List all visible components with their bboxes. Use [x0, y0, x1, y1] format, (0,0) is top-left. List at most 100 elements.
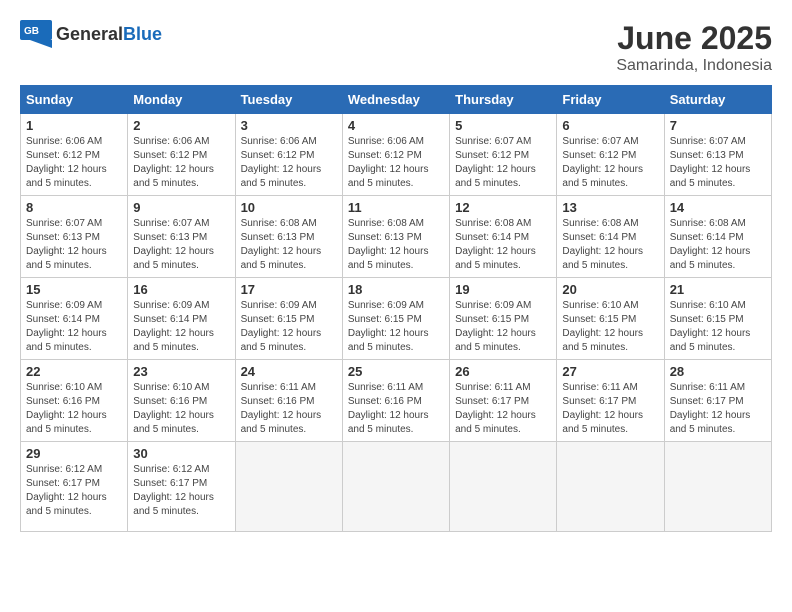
calendar-subtitle: Samarinda, Indonesia	[616, 57, 772, 75]
day-number: 23	[133, 364, 229, 379]
day-number: 14	[670, 200, 766, 215]
calendar-cell: 16 Sunrise: 6:09 AM Sunset: 6:14 PM Dayl…	[128, 278, 235, 360]
calendar-table: Sunday Monday Tuesday Wednesday Thursday…	[20, 85, 772, 532]
calendar-cell: 3 Sunrise: 6:06 AM Sunset: 6:12 PM Dayli…	[235, 114, 342, 196]
calendar-cell: 27 Sunrise: 6:11 AM Sunset: 6:17 PM Dayl…	[557, 360, 664, 442]
day-info: Sunrise: 6:08 AM Sunset: 6:14 PM Dayligh…	[455, 217, 551, 273]
day-number: 15	[26, 282, 122, 297]
calendar-cell	[664, 442, 771, 532]
calendar-cell: 21 Sunrise: 6:10 AM Sunset: 6:15 PM Dayl…	[664, 278, 771, 360]
calendar-cell: 25 Sunrise: 6:11 AM Sunset: 6:16 PM Dayl…	[342, 360, 449, 442]
day-number: 19	[455, 282, 551, 297]
day-info: Sunrise: 6:06 AM Sunset: 6:12 PM Dayligh…	[241, 135, 337, 191]
calendar-cell: 12 Sunrise: 6:08 AM Sunset: 6:14 PM Dayl…	[450, 196, 557, 278]
day-info: Sunrise: 6:07 AM Sunset: 6:13 PM Dayligh…	[670, 135, 766, 191]
day-info: Sunrise: 6:07 AM Sunset: 6:12 PM Dayligh…	[455, 135, 551, 191]
day-number: 9	[133, 200, 229, 215]
header-sunday: Sunday	[21, 86, 128, 114]
calendar-cell: 7 Sunrise: 6:07 AM Sunset: 6:13 PM Dayli…	[664, 114, 771, 196]
day-number: 22	[26, 364, 122, 379]
day-info: Sunrise: 6:07 AM Sunset: 6:13 PM Dayligh…	[26, 217, 122, 273]
day-number: 28	[670, 364, 766, 379]
calendar-title: June 2025	[616, 20, 772, 57]
day-number: 17	[241, 282, 337, 297]
day-info: Sunrise: 6:10 AM Sunset: 6:16 PM Dayligh…	[26, 381, 122, 437]
day-info: Sunrise: 6:08 AM Sunset: 6:13 PM Dayligh…	[348, 217, 444, 273]
day-info: Sunrise: 6:12 AM Sunset: 6:17 PM Dayligh…	[26, 463, 122, 519]
calendar-cell: 5 Sunrise: 6:07 AM Sunset: 6:12 PM Dayli…	[450, 114, 557, 196]
header-friday: Friday	[557, 86, 664, 114]
calendar-cell: 20 Sunrise: 6:10 AM Sunset: 6:15 PM Dayl…	[557, 278, 664, 360]
day-number: 11	[348, 200, 444, 215]
day-info: Sunrise: 6:10 AM Sunset: 6:16 PM Dayligh…	[133, 381, 229, 437]
logo: GB GeneralBlue	[20, 20, 162, 48]
calendar-cell: 15 Sunrise: 6:09 AM Sunset: 6:14 PM Dayl…	[21, 278, 128, 360]
calendar-cell: 4 Sunrise: 6:06 AM Sunset: 6:12 PM Dayli…	[342, 114, 449, 196]
day-number: 10	[241, 200, 337, 215]
day-info: Sunrise: 6:09 AM Sunset: 6:15 PM Dayligh…	[348, 299, 444, 355]
header-saturday: Saturday	[664, 86, 771, 114]
day-info: Sunrise: 6:09 AM Sunset: 6:14 PM Dayligh…	[26, 299, 122, 355]
day-number: 30	[133, 446, 229, 461]
svg-text:GB: GB	[24, 26, 39, 37]
header-wednesday: Wednesday	[342, 86, 449, 114]
calendar-cell: 28 Sunrise: 6:11 AM Sunset: 6:17 PM Dayl…	[664, 360, 771, 442]
day-number: 5	[455, 118, 551, 133]
day-info: Sunrise: 6:08 AM Sunset: 6:14 PM Dayligh…	[562, 217, 658, 273]
calendar-cell	[342, 442, 449, 532]
calendar-cell: 23 Sunrise: 6:10 AM Sunset: 6:16 PM Dayl…	[128, 360, 235, 442]
day-info: Sunrise: 6:11 AM Sunset: 6:17 PM Dayligh…	[562, 381, 658, 437]
day-info: Sunrise: 6:09 AM Sunset: 6:14 PM Dayligh…	[133, 299, 229, 355]
day-number: 2	[133, 118, 229, 133]
calendar-cell: 14 Sunrise: 6:08 AM Sunset: 6:14 PM Dayl…	[664, 196, 771, 278]
calendar-cell	[557, 442, 664, 532]
calendar-cell: 11 Sunrise: 6:08 AM Sunset: 6:13 PM Dayl…	[342, 196, 449, 278]
title-area: June 2025 Samarinda, Indonesia	[616, 20, 772, 75]
day-number: 12	[455, 200, 551, 215]
day-info: Sunrise: 6:06 AM Sunset: 6:12 PM Dayligh…	[26, 135, 122, 191]
calendar-cell	[450, 442, 557, 532]
day-number: 3	[241, 118, 337, 133]
day-number: 7	[670, 118, 766, 133]
calendar-cell: 29 Sunrise: 6:12 AM Sunset: 6:17 PM Dayl…	[21, 442, 128, 532]
day-info: Sunrise: 6:11 AM Sunset: 6:17 PM Dayligh…	[455, 381, 551, 437]
day-info: Sunrise: 6:12 AM Sunset: 6:17 PM Dayligh…	[133, 463, 229, 519]
day-info: Sunrise: 6:06 AM Sunset: 6:12 PM Dayligh…	[348, 135, 444, 191]
day-info: Sunrise: 6:08 AM Sunset: 6:14 PM Dayligh…	[670, 217, 766, 273]
header-monday: Monday	[128, 86, 235, 114]
day-number: 8	[26, 200, 122, 215]
calendar-cell: 1 Sunrise: 6:06 AM Sunset: 6:12 PM Dayli…	[21, 114, 128, 196]
day-info: Sunrise: 6:10 AM Sunset: 6:15 PM Dayligh…	[562, 299, 658, 355]
day-number: 21	[670, 282, 766, 297]
calendar-cell: 17 Sunrise: 6:09 AM Sunset: 6:15 PM Dayl…	[235, 278, 342, 360]
day-info: Sunrise: 6:11 AM Sunset: 6:17 PM Dayligh…	[670, 381, 766, 437]
day-info: Sunrise: 6:09 AM Sunset: 6:15 PM Dayligh…	[241, 299, 337, 355]
day-info: Sunrise: 6:08 AM Sunset: 6:13 PM Dayligh…	[241, 217, 337, 273]
day-info: Sunrise: 6:06 AM Sunset: 6:12 PM Dayligh…	[133, 135, 229, 191]
logo-text-general: General	[56, 24, 123, 44]
calendar-cell: 22 Sunrise: 6:10 AM Sunset: 6:16 PM Dayl…	[21, 360, 128, 442]
calendar-cell: 8 Sunrise: 6:07 AM Sunset: 6:13 PM Dayli…	[21, 196, 128, 278]
calendar-cell: 13 Sunrise: 6:08 AM Sunset: 6:14 PM Dayl…	[557, 196, 664, 278]
day-number: 16	[133, 282, 229, 297]
day-number: 6	[562, 118, 658, 133]
header-thursday: Thursday	[450, 86, 557, 114]
calendar-cell: 6 Sunrise: 6:07 AM Sunset: 6:12 PM Dayli…	[557, 114, 664, 196]
calendar-cell: 24 Sunrise: 6:11 AM Sunset: 6:16 PM Dayl…	[235, 360, 342, 442]
day-number: 27	[562, 364, 658, 379]
logo-text-blue: Blue	[123, 24, 162, 44]
page-header: GB GeneralBlue June 2025 Samarinda, Indo…	[20, 20, 772, 75]
day-number: 18	[348, 282, 444, 297]
day-info: Sunrise: 6:11 AM Sunset: 6:16 PM Dayligh…	[241, 381, 337, 437]
calendar-cell: 30 Sunrise: 6:12 AM Sunset: 6:17 PM Dayl…	[128, 442, 235, 532]
day-number: 13	[562, 200, 658, 215]
calendar-cell	[235, 442, 342, 532]
calendar-cell: 9 Sunrise: 6:07 AM Sunset: 6:13 PM Dayli…	[128, 196, 235, 278]
day-info: Sunrise: 6:07 AM Sunset: 6:13 PM Dayligh…	[133, 217, 229, 273]
day-number: 26	[455, 364, 551, 379]
day-info: Sunrise: 6:11 AM Sunset: 6:16 PM Dayligh…	[348, 381, 444, 437]
day-info: Sunrise: 6:10 AM Sunset: 6:15 PM Dayligh…	[670, 299, 766, 355]
calendar-cell: 19 Sunrise: 6:09 AM Sunset: 6:15 PM Dayl…	[450, 278, 557, 360]
day-number: 25	[348, 364, 444, 379]
header-tuesday: Tuesday	[235, 86, 342, 114]
